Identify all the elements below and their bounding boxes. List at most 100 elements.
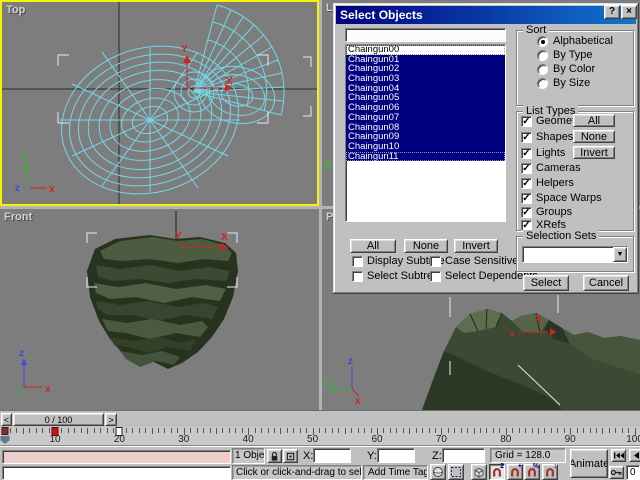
trackbar-tick [338,428,340,433]
crossing-selection-button[interactable] [448,464,464,480]
none-button[interactable]: None [404,239,448,253]
snap-cube-button[interactable] [471,464,487,480]
object-list[interactable]: Chaingun00 Chaingun01 Chaingun02 Chaingun03… [345,44,506,222]
percent-snap-button[interactable]: % [524,463,540,480]
angle-snap-button[interactable]: + [507,463,523,480]
sort-radio-2[interactable] [537,64,548,75]
listtype-check-2[interactable] [521,148,532,159]
list-types-all-button[interactable]: All [573,114,615,127]
chaingun-wireframe [60,4,285,195]
x-coordinate-field[interactable] [313,448,351,463]
trackbar-tick [589,428,591,433]
add-time-tag-button[interactable]: Add Time Tag [363,465,428,480]
dialog-titlebar[interactable]: Select Objects [336,6,636,24]
combo-dropdown-arrow-icon[interactable]: ▼ [613,247,627,262]
spinner-snap-button[interactable]: ↕ [542,463,558,480]
trackbar-tick-label: 40 [242,434,254,445]
listtype-label[interactable]: Space Warps [536,192,602,204]
sort-option-label[interactable]: By Type [553,49,593,61]
svg-text:X: X [226,76,233,87]
lock-icon [271,451,278,461]
current-frame-field[interactable]: 0 [626,465,640,480]
trackbar-tick [402,428,404,433]
trackbar-tick [216,428,217,434]
trackbar-tick [132,428,134,433]
trackbar-key-frame-20[interactable] [115,427,123,436]
previous-frame-icon [633,452,639,459]
track-bar[interactable]: 102030405060708090100 [0,427,640,446]
listtype-label[interactable]: Helpers [536,177,574,189]
viewport-front[interactable]: Y X z x Front [0,209,319,410]
object-name-filter-input[interactable] [345,28,506,42]
trackbar-tick [409,428,411,434]
y-coordinate-field[interactable] [377,448,415,463]
key-mode-toggle-button[interactable] [609,466,624,479]
snap-mode-superscript: 2 [500,463,504,470]
z-coordinate-field[interactable] [442,448,485,463]
previous-frame-button[interactable] [629,449,640,462]
trackbar-tick [151,428,153,434]
listtype-label[interactable]: Groups [536,206,572,218]
absolute-offset-mode-button[interactable] [283,449,298,463]
trackbar-tick [22,428,24,434]
trackbar-tick [518,428,520,433]
sort-radio-1[interactable] [537,50,548,61]
invert-button[interactable]: Invert [454,239,498,253]
sort-option-label[interactable]: By Color [553,63,595,75]
dialog-option-check-1[interactable] [430,256,441,267]
cancel-button[interactable]: Cancel [583,275,629,291]
listtype-label[interactable]: Lights [536,147,565,159]
maxscript-mini-listener[interactable] [2,466,231,480]
dialog-option-label[interactable]: Select Subtree [367,270,439,282]
object-list-item[interactable]: Chaingun11 [346,151,505,162]
trackbar-tick [235,428,237,433]
listtype-check-6[interactable] [521,207,532,218]
viewport-top[interactable]: Y X Y z x Top [0,0,319,206]
trackbar-tick [29,428,31,433]
listtype-check-4[interactable] [521,178,532,189]
time-slider-handle[interactable]: 0 / 100 [13,413,104,426]
trackbar-tick [467,428,469,433]
list-types-invert-button[interactable]: Invert [573,146,615,159]
time-slider-prev-button[interactable]: < [1,413,12,426]
time-slider-next-button[interactable]: > [105,413,117,426]
dialog-option-label[interactable]: Case Sensitive [445,255,518,267]
trackbar-tick [87,428,89,434]
listtype-check-3[interactable] [521,163,532,174]
dialog-option-check-0[interactable] [352,256,363,267]
trackbar-key-frame-0[interactable] [1,427,9,435]
select-button[interactable]: Select [523,275,569,291]
lock-selection-button[interactable] [267,449,282,463]
trackbar-tick [61,428,63,433]
dialog-close-button[interactable]: × [621,5,637,19]
sort-option-label[interactable]: By Size [553,77,590,89]
dialog-option-check-3[interactable] [430,271,441,282]
dialog-title: Select Objects [340,8,423,22]
listtype-check-1[interactable] [521,132,532,143]
listtype-check-0[interactable] [521,116,532,127]
sort-radio-3[interactable] [537,78,548,89]
dialog-help-button[interactable]: ? [604,5,620,19]
listtype-label[interactable]: Shapes [536,131,573,143]
dialog-option-check-2[interactable] [352,271,363,282]
all-button[interactable]: All [350,239,396,253]
listtype-label[interactable]: Cameras [536,162,581,174]
trackbar-key-frame-10[interactable] [51,427,59,436]
degradation-override-button[interactable] [430,464,446,480]
animate-button[interactable]: Animate [570,449,608,478]
listtype-check-5[interactable] [521,193,532,204]
trackbar-tick [331,428,333,433]
list-types-none-button[interactable]: None [573,130,615,143]
sort-radio-0[interactable] [537,36,548,47]
snap-toggle-button[interactable]: 2 [489,463,505,480]
macro-recorder-mini-listener[interactable] [2,450,231,464]
trackbar-tick [125,428,127,433]
viewport-top-label[interactable]: Top [6,4,25,16]
sort-option-label[interactable]: Alphabetical [553,35,613,47]
go-to-start-button[interactable] [611,449,626,462]
trackbar-tick-label: 60 [371,434,383,445]
trackbar-current-frame-caret[interactable] [0,436,10,444]
viewport-front-label[interactable]: Front [4,211,32,223]
front-viewport-scene: Y X z x [12,211,238,399]
selection-sets-combo[interactable]: ▼ [522,246,628,263]
